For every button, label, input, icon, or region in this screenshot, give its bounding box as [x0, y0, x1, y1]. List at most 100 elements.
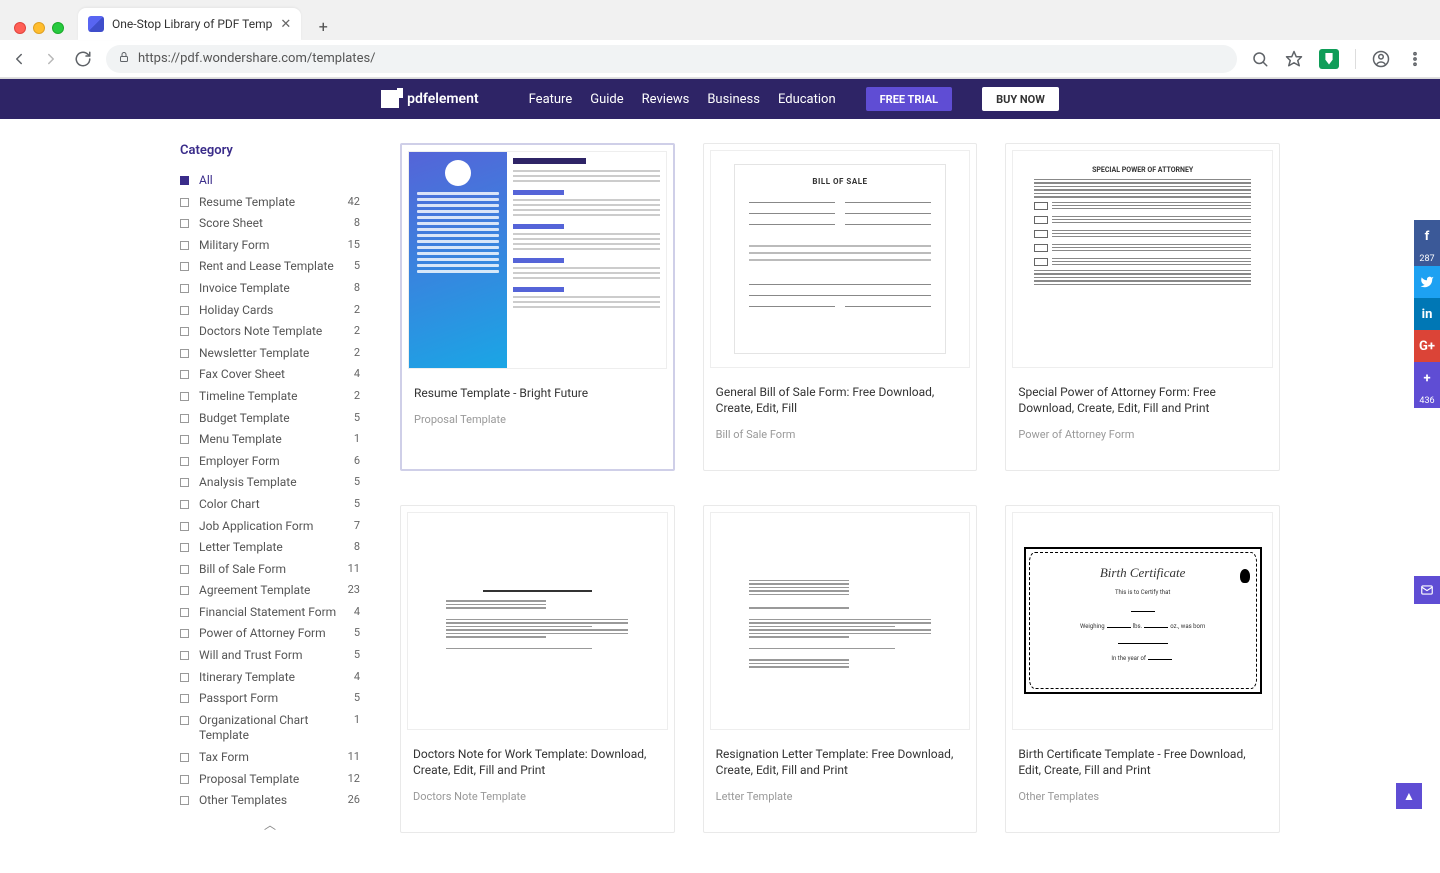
category-item[interactable]: Rent and Lease Template 5 — [180, 258, 360, 276]
checkbox-icon — [180, 327, 189, 336]
checkbox-icon — [180, 478, 189, 487]
category-item[interactable]: Financial Statement Form 4 — [180, 604, 360, 622]
share-twitter-icon[interactable] — [1414, 266, 1440, 298]
minimize-window-icon[interactable] — [33, 22, 45, 34]
template-card[interactable]: BILL OF SALE General Bill of Sale Form: … — [703, 143, 978, 471]
category-count: 8 — [354, 540, 360, 553]
category-item[interactable]: Invoice Template 8 — [180, 280, 360, 298]
category-label: Timeline Template — [199, 389, 344, 405]
extension-icon[interactable] — [1319, 49, 1339, 69]
category-item[interactable]: Military Form 15 — [180, 237, 360, 255]
category-item[interactable]: Tax Form 11 — [180, 749, 360, 767]
category-label: Letter Template — [199, 540, 344, 556]
category-item[interactable]: Analysis Template 5 — [180, 474, 360, 492]
nav-education[interactable]: Education — [778, 92, 836, 107]
category-count: 7 — [354, 519, 360, 532]
share-googleplus-icon[interactable]: G+ — [1414, 330, 1440, 362]
checkbox-icon — [180, 306, 189, 315]
checkbox-icon — [180, 392, 189, 401]
checkbox-icon — [180, 500, 189, 509]
close-window-icon[interactable] — [14, 22, 26, 34]
checkbox-icon — [180, 586, 189, 595]
category-item[interactable]: Newsletter Template 2 — [180, 345, 360, 363]
tab-close-icon[interactable]: ✕ — [280, 17, 291, 32]
contact-mail-icon[interactable] — [1414, 576, 1440, 604]
category-item[interactable]: Holiday Cards 2 — [180, 302, 360, 320]
share-linkedin-icon[interactable]: in — [1414, 298, 1440, 330]
browser-chrome: One-Stop Library of PDF Temp ✕ + https:/… — [0, 0, 1440, 79]
template-card[interactable]: SPECIAL POWER OF ATTORNEY Special Power … — [1005, 143, 1280, 471]
scroll-to-top-button[interactable]: ▲ — [1396, 783, 1422, 809]
zoom-icon[interactable] — [1251, 50, 1269, 68]
category-item[interactable]: Agreement Template 23 — [180, 582, 360, 600]
reload-button[interactable] — [74, 50, 92, 68]
category-label: Military Form — [199, 238, 338, 254]
new-tab-button[interactable]: + — [309, 12, 337, 40]
category-label: Invoice Template — [199, 281, 344, 297]
template-card[interactable]: Birth CertificateThis is to Certify that… — [1005, 505, 1280, 833]
checkbox-icon — [180, 262, 189, 271]
template-thumbnail — [408, 151, 667, 369]
share-more-icon[interactable]: + — [1414, 362, 1440, 394]
checkbox-icon — [180, 219, 189, 228]
bookmark-icon[interactable] — [1285, 50, 1303, 68]
category-item[interactable]: Itinerary Template 4 — [180, 669, 360, 687]
category-item[interactable]: Will and Trust Form 5 — [180, 647, 360, 665]
category-item[interactable]: Organizational Chart Template 1 — [180, 712, 360, 745]
category-item[interactable]: Fax Cover Sheet 4 — [180, 366, 360, 384]
category-label: Rent and Lease Template — [199, 259, 344, 275]
template-thumbnail: SPECIAL POWER OF ATTORNEY — [1012, 150, 1273, 368]
nav-business[interactable]: Business — [707, 92, 760, 107]
maximize-window-icon[interactable] — [52, 22, 64, 34]
browser-tab[interactable]: One-Stop Library of PDF Temp ✕ — [78, 8, 301, 40]
checkbox-icon — [180, 349, 189, 358]
category-item[interactable]: Timeline Template 2 — [180, 388, 360, 406]
template-category: Doctors Note Template — [413, 790, 662, 803]
back-button[interactable] — [10, 50, 28, 68]
menu-icon[interactable] — [1406, 50, 1424, 68]
category-count: 5 — [354, 626, 360, 639]
category-item[interactable]: Color Chart 5 — [180, 496, 360, 514]
template-card[interactable]: Resignation Letter Template: Free Downlo… — [703, 505, 978, 833]
category-item[interactable]: All — [180, 172, 360, 190]
category-item[interactable]: Score Sheet 8 — [180, 215, 360, 233]
category-item[interactable]: Resume Template 42 — [180, 194, 360, 212]
category-label: Will and Trust Form — [199, 648, 344, 664]
checkbox-icon — [180, 198, 189, 207]
template-thumbnail: Birth CertificateThis is to Certify that… — [1012, 512, 1273, 730]
category-count: 5 — [354, 691, 360, 704]
share-facebook-icon[interactable]: f — [1414, 220, 1440, 252]
category-item[interactable]: Budget Template 5 — [180, 410, 360, 428]
profile-icon[interactable] — [1372, 50, 1390, 68]
category-item[interactable]: Bill of Sale Form 11 — [180, 561, 360, 579]
category-item[interactable]: Job Application Form 7 — [180, 518, 360, 536]
address-bar[interactable]: https://pdf.wondershare.com/templates/ — [106, 45, 1237, 73]
checkbox-icon — [180, 176, 189, 185]
forward-button[interactable] — [42, 50, 60, 68]
template-title: Doctors Note for Work Template: Download… — [413, 746, 662, 778]
window-controls — [10, 22, 70, 40]
buy-now-button[interactable]: BUY NOW — [982, 87, 1059, 111]
category-item[interactable]: Employer Form 6 — [180, 453, 360, 471]
nav-reviews[interactable]: Reviews — [642, 92, 690, 107]
free-trial-button[interactable]: FREE TRIAL — [866, 87, 952, 111]
category-item[interactable]: Passport Form 5 — [180, 690, 360, 708]
category-item[interactable]: Doctors Note Template 2 — [180, 323, 360, 341]
category-item[interactable]: Other Templates 26 — [180, 792, 360, 810]
category-item[interactable]: Letter Template 8 — [180, 539, 360, 557]
collapse-arrow-icon[interactable]: ︿ — [180, 816, 360, 833]
category-item[interactable]: Menu Template 1 — [180, 431, 360, 449]
template-card[interactable]: Doctors Note for Work Template: Download… — [400, 505, 675, 833]
template-category: Proposal Template — [414, 413, 661, 426]
category-label: Financial Statement Form — [199, 605, 344, 621]
pdfelement-logo-icon — [381, 90, 399, 108]
category-label: Color Chart — [199, 497, 344, 513]
template-card[interactable]: Resume Template - Bright Future Proposal… — [400, 143, 675, 471]
nav-guide[interactable]: Guide — [590, 92, 623, 107]
nav-feature[interactable]: Feature — [529, 92, 573, 107]
brand-logo[interactable]: pdfelement — [381, 90, 479, 108]
category-item[interactable]: Proposal Template 12 — [180, 771, 360, 789]
category-item[interactable]: Power of Attorney Form 5 — [180, 625, 360, 643]
category-label: Agreement Template — [199, 583, 338, 599]
category-count: 4 — [354, 670, 360, 683]
